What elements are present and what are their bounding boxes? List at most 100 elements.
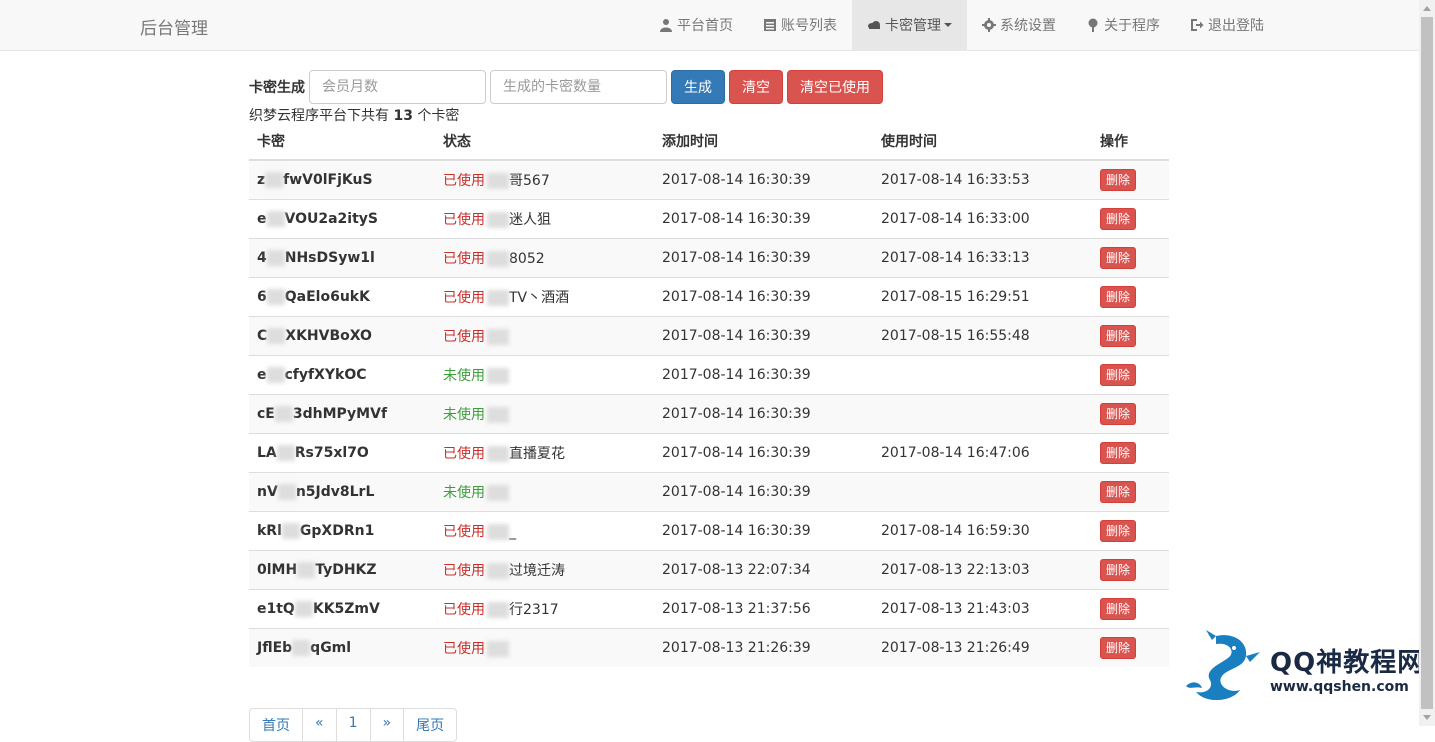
tree-icon — [1086, 18, 1100, 32]
status-cell: 已使用 哥567 — [435, 159, 654, 199]
added-time-cell: 2017-08-14 16:30:39 — [654, 276, 873, 316]
nav-item-home[interactable]: 平台首页 — [644, 0, 748, 50]
used-by-user: 行2317 — [509, 601, 559, 618]
redacted-mask — [487, 640, 509, 657]
brand-title[interactable]: 后台管理 — [140, 14, 208, 39]
used-by-user: 过境迁涛 — [509, 562, 565, 579]
status-badge: 未使用 — [443, 367, 485, 384]
clear-used-button[interactable]: 清空已使用 — [787, 70, 883, 104]
nav-item-accounts[interactable]: 账号列表 — [748, 0, 852, 50]
nav-item-label: 关于程序 — [1104, 18, 1160, 34]
nav-item-cards[interactable]: 卡密管理 — [852, 0, 967, 50]
list-icon — [763, 18, 777, 32]
action-cell: 删除 — [1092, 354, 1169, 394]
card-key-prefix: JflEb — [257, 639, 293, 656]
used-time-cell: 2017-08-14 16:59:30 — [873, 510, 1092, 550]
added-time-cell: 2017-08-14 16:30:39 — [654, 432, 873, 472]
member-months-input[interactable] — [309, 70, 486, 104]
nav-item-about[interactable]: 关于程序 — [1071, 0, 1175, 50]
redacted-mask — [266, 366, 285, 383]
card-key-cell: JflEb qGml — [249, 627, 435, 667]
table-row: LA Rs75xl7O 已使用 直播夏花 2017-08-14 16:30:39 2017… — [249, 432, 1169, 472]
card-key-suffix: TyDHKZ — [315, 561, 377, 578]
used-time-cell — [873, 354, 1092, 394]
pagination: 首页 « 1 » 尾页 — [249, 708, 458, 742]
card-count-input[interactable] — [490, 70, 667, 104]
action-cell: 删除 — [1092, 315, 1169, 355]
summary-prefix: 织梦云程序平台下共有 — [249, 108, 394, 124]
redacted-mask — [487, 484, 509, 501]
page-number[interactable]: 1 — [335, 708, 371, 742]
status-cell: 已使用 直播夏花 — [435, 432, 654, 472]
used-time-cell — [873, 471, 1092, 511]
card-key-cell: e VOU2a2ityS — [249, 198, 435, 238]
redacted-mask — [265, 171, 284, 188]
card-key-prefix: cE — [257, 405, 275, 422]
table-row: JflEb qGml 已使用 2017-08-13 21:26:39 2017-08-1… — [249, 627, 1169, 667]
scroll-down-icon[interactable] — [1423, 715, 1431, 720]
action-cell: 删除 — [1092, 276, 1169, 316]
used-time-cell: 2017-08-13 21:26:49 — [873, 627, 1092, 667]
delete-button[interactable]: 删除 — [1100, 324, 1137, 347]
card-key-prefix: nV — [257, 483, 278, 500]
delete-button[interactable]: 删除 — [1100, 519, 1137, 542]
gear-icon — [982, 18, 996, 32]
card-key-prefix: 0lMH — [257, 561, 298, 578]
delete-button[interactable]: 删除 — [1100, 363, 1137, 386]
status-badge: 已使用 — [443, 289, 485, 306]
status-badge: 已使用 — [443, 250, 485, 267]
table-row: C XKHVBoXO 已使用 2017-08-14 16:30:39 2017-08-1… — [249, 315, 1169, 355]
generate-button[interactable]: 生成 — [671, 70, 725, 104]
scroll-thumb[interactable] — [1421, 17, 1433, 709]
page-last[interactable]: 尾页 — [403, 708, 458, 742]
action-cell: 删除 — [1092, 198, 1169, 238]
status-cell: 已使用 TV丶酒酒 — [435, 276, 654, 316]
delete-button[interactable]: 删除 — [1100, 168, 1137, 191]
cloud-icon — [867, 18, 881, 32]
delete-button[interactable]: 删除 — [1100, 246, 1137, 269]
vertical-scrollbar[interactable] — [1419, 0, 1435, 726]
card-key-cell: 6 QaElo6ukK — [249, 276, 435, 316]
added-time-cell: 2017-08-13 22:07:34 — [654, 549, 873, 589]
used-time-cell: 2017-08-15 16:55:48 — [873, 315, 1092, 355]
delete-button[interactable]: 删除 — [1100, 558, 1137, 581]
action-cell: 删除 — [1092, 627, 1169, 667]
card-key-prefix: z — [257, 171, 266, 188]
form-label: 卡密生成 — [249, 80, 305, 96]
nav-item-label: 退出登陆 — [1208, 18, 1264, 34]
nav-item-logout[interactable]: 退出登陆 — [1175, 0, 1279, 50]
redacted-mask — [277, 483, 296, 500]
used-by-user: TV丶酒酒 — [509, 289, 570, 306]
delete-button[interactable]: 删除 — [1100, 597, 1137, 620]
nav-item-settings[interactable]: 系统设置 — [967, 0, 1071, 50]
card-key-suffix: fwV0lFjKuS — [283, 171, 373, 188]
status-badge: 未使用 — [443, 484, 485, 501]
delete-button[interactable]: 删除 — [1100, 480, 1137, 503]
delete-button[interactable]: 删除 — [1100, 402, 1137, 425]
logout-icon — [1190, 18, 1204, 32]
table-body: z fwV0lFjKuS 已使用 哥567 2017-08-14 16:30:39 201… — [249, 159, 1169, 667]
nav-item-label: 卡密管理 — [885, 18, 941, 34]
table-row: 0lMH TyDHKZ 已使用 过境迁涛 2017-08-13 22:07:34 2017… — [249, 549, 1169, 589]
delete-button[interactable]: 删除 — [1100, 207, 1137, 230]
page-next[interactable]: » — [369, 708, 405, 742]
status-cell: 已使用 迷人狙 — [435, 198, 654, 238]
used-time-cell: 2017-08-15 16:29:51 — [873, 276, 1092, 316]
status-cell: 未使用 — [435, 393, 654, 433]
action-cell: 删除 — [1092, 393, 1169, 433]
scroll-up-icon[interactable] — [1423, 6, 1431, 11]
col-header-key: 卡密 — [249, 123, 435, 161]
card-key-suffix: cfyfXYkOC — [284, 366, 367, 383]
delete-button[interactable]: 删除 — [1100, 636, 1137, 659]
delete-button[interactable]: 删除 — [1100, 285, 1137, 308]
col-header-status: 状态 — [435, 123, 654, 161]
added-time-cell: 2017-08-13 21:26:39 — [654, 627, 873, 667]
table-row: z fwV0lFjKuS 已使用 哥567 2017-08-14 16:30:39 201… — [249, 159, 1169, 199]
page-first[interactable]: 首页 — [249, 708, 303, 742]
clear-button[interactable]: 清空 — [729, 70, 783, 104]
status-badge: 已使用 — [443, 211, 485, 228]
delete-button[interactable]: 删除 — [1100, 441, 1137, 464]
table-row: e VOU2a2ityS 已使用 迷人狙 2017-08-14 16:30:39 2017… — [249, 198, 1169, 238]
redacted-mask — [294, 600, 313, 617]
page-prev[interactable]: « — [302, 708, 337, 742]
